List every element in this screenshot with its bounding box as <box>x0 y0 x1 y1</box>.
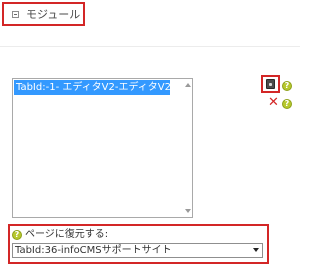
restore-icon[interactable] <box>266 79 275 89</box>
scroll-up-icon[interactable] <box>185 83 191 87</box>
help-icon[interactable]: ? <box>282 81 292 91</box>
divider <box>0 46 300 47</box>
list-item[interactable]: TabId:-1- エディタV2-エディタV2 <box>14 80 170 95</box>
module-header[interactable]: モジュール <box>2 2 85 26</box>
restore-button[interactable] <box>261 75 280 93</box>
page-select[interactable]: TabId:36-infoCMSサポートサイト <box>12 243 263 258</box>
scroll-down-icon[interactable] <box>185 209 191 213</box>
module-listbox[interactable]: TabId:-1- エディタV2-エディタV2 <box>12 78 193 218</box>
restore-to-page-section: ? ページに復元する: TabId:36-infoCMSサポートサイト <box>8 224 269 264</box>
restore-label: ページに復元する: <box>25 229 109 240</box>
help-icon[interactable]: ? <box>282 99 292 109</box>
collapse-icon[interactable] <box>12 11 19 18</box>
page-select-value: TabId:36-infoCMSサポートサイト <box>15 245 172 256</box>
chevron-down-icon[interactable] <box>253 248 259 252</box>
module-title: モジュール <box>26 8 81 21</box>
delete-icon[interactable]: ✕ <box>268 96 279 109</box>
help-icon[interactable]: ? <box>12 230 22 240</box>
